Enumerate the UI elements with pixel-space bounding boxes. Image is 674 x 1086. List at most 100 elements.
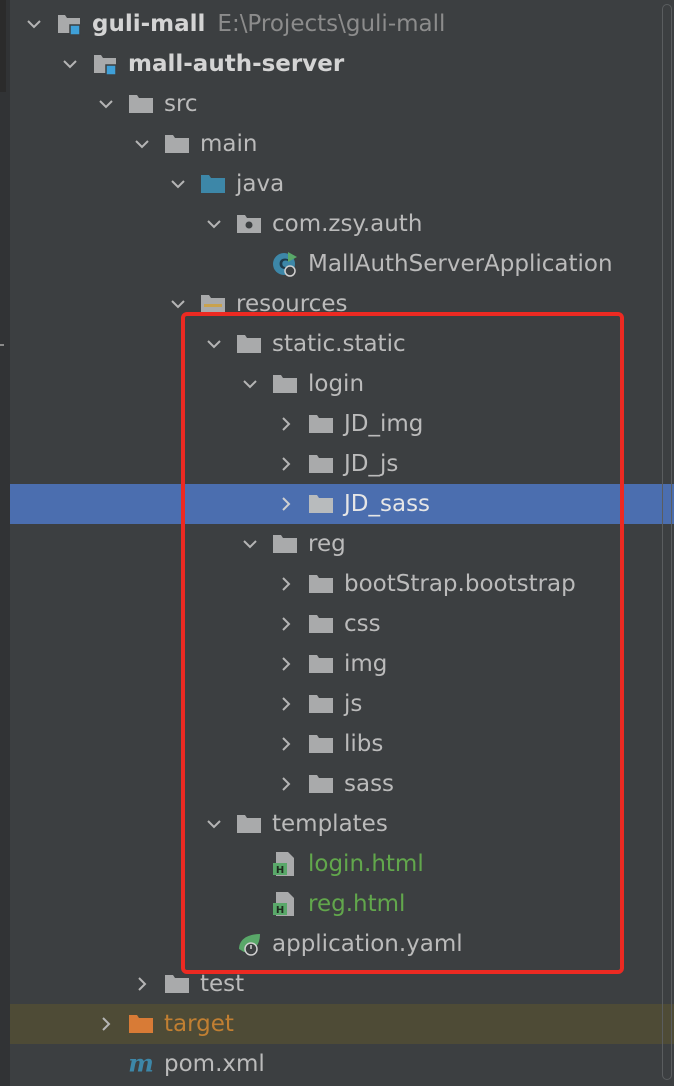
libs-label: libs [344, 731, 384, 757]
chevron-right-icon[interactable] [276, 574, 296, 594]
chevron-right-icon[interactable] [276, 694, 296, 714]
folder-icon [272, 372, 298, 396]
chevron-right-icon[interactable] [276, 614, 296, 634]
chevron-right-icon[interactable] [276, 494, 296, 514]
chevron-down-icon[interactable] [204, 214, 224, 234]
chevron-down-icon[interactable] [168, 174, 188, 194]
tree-node-application-yaml[interactable]: application.yaml [0, 924, 674, 964]
login-html-label: login.html [308, 851, 424, 877]
folder-icon [308, 492, 334, 516]
source-folder-icon [200, 172, 226, 196]
folder-icon [308, 612, 334, 636]
folder-icon [128, 92, 154, 116]
tree-node-reg-html[interactable]: H reg.html [0, 884, 674, 924]
chevron-right-icon[interactable] [132, 974, 152, 994]
tree-node-img[interactable]: img [0, 644, 674, 684]
folder-icon [236, 332, 262, 356]
chevron-right-icon[interactable] [276, 454, 296, 474]
login-dir-label: login [308, 371, 365, 397]
tree-node-main[interactable]: main [0, 124, 674, 164]
src-label: src [164, 91, 198, 117]
html-file-icon: H [272, 852, 298, 876]
jd-sass-label: JD_sass [344, 491, 431, 517]
chevron-down-icon[interactable] [240, 534, 260, 554]
folder-icon [308, 412, 334, 436]
tree-node-java[interactable]: java [0, 164, 674, 204]
spring-yaml-icon [236, 932, 262, 956]
target-label: target [164, 1011, 234, 1037]
tree-node-jd-img[interactable]: JD_img [0, 404, 674, 444]
vertical-scrollbar[interactable] [662, 4, 672, 1080]
tree-node-templates[interactable]: templates [0, 804, 674, 844]
main-label: main [200, 131, 258, 157]
tree-node-static[interactable]: static.static [0, 324, 674, 364]
folder-icon [308, 692, 334, 716]
bootstrap-label: bootStrap.bootstrap [344, 571, 576, 597]
tree-node-bootstrap[interactable]: bootStrap.bootstrap [0, 564, 674, 604]
maven-icon: m [128, 1051, 154, 1077]
tree-node-libs[interactable]: libs [0, 724, 674, 764]
tree-node-login-html[interactable]: H login.html [0, 844, 674, 884]
reg-dir-label: reg [308, 531, 346, 557]
chevron-down-icon[interactable] [204, 814, 224, 834]
chevron-down-icon[interactable] [96, 94, 116, 114]
folder-icon [308, 772, 334, 796]
root-name: guli-mall [92, 11, 206, 37]
resources-label: resources [236, 291, 348, 317]
chevron-right-icon[interactable] [276, 654, 296, 674]
spring-boot-class-icon: C [272, 252, 298, 277]
folder-icon [164, 132, 190, 156]
resources-folder-icon [200, 292, 226, 316]
test-label: test [200, 971, 245, 997]
tree-node-reg[interactable]: reg [0, 524, 674, 564]
chevron-down-icon[interactable] [204, 334, 224, 354]
tree-node-test[interactable]: test [0, 964, 674, 1004]
static-label: static.static [272, 331, 406, 357]
tree-node-pom[interactable]: m pom.xml [0, 1044, 674, 1084]
tree-node-resources[interactable]: resources [0, 284, 674, 324]
root-path: E:\Projects\guli-mall [217, 11, 446, 37]
package-icon [236, 212, 262, 236]
tree-node-module[interactable]: mall-auth-server [0, 44, 674, 84]
tree-node-login[interactable]: login [0, 364, 674, 404]
tree-node-root[interactable]: guli-mall E:\Projects\guli-mall [0, 4, 674, 44]
jd-img-label: JD_img [344, 411, 424, 437]
app-class-label: MallAuthServerApplication [308, 251, 613, 277]
folder-icon [308, 572, 334, 596]
scrollbar-thumb[interactable] [662, 4, 672, 1080]
tree-node-target[interactable]: target [10, 1004, 674, 1044]
tree-node-jd-sass[interactable]: JD_sass [10, 484, 674, 524]
pom-label: pom.xml [164, 1051, 265, 1077]
chevron-down-icon[interactable] [132, 134, 152, 154]
chevron-right-icon[interactable] [276, 414, 296, 434]
tree-node-jd-js[interactable]: JD_js [0, 444, 674, 484]
project-tree: guli-mall E:\Projects\guli-mall mall-aut… [0, 4, 674, 1084]
chevron-down-icon[interactable] [24, 14, 44, 34]
application-yaml-label: application.yaml [272, 931, 463, 957]
css-label: css [344, 611, 381, 637]
tree-node-app-class[interactable]: C MallAuthServerApplication [0, 244, 674, 284]
tree-node-sass[interactable]: sass [0, 764, 674, 804]
img-label: img [344, 651, 388, 677]
chevron-right-icon[interactable] [276, 774, 296, 794]
folder-icon [272, 532, 298, 556]
tree-node-package[interactable]: com.zsy.auth [0, 204, 674, 244]
chevron-down-icon[interactable] [240, 374, 260, 394]
tree-node-css[interactable]: css [0, 604, 674, 644]
folder-icon [308, 452, 334, 476]
chevron-right-icon[interactable] [96, 1014, 116, 1034]
chevron-right-icon[interactable] [276, 734, 296, 754]
folder-icon [164, 972, 190, 996]
java-label: java [236, 171, 285, 197]
tree-node-js[interactable]: js [0, 684, 674, 724]
folder-icon [236, 812, 262, 836]
module-icon [92, 52, 118, 76]
chevron-down-icon[interactable] [168, 294, 188, 314]
svg-text:m: m [128, 1051, 154, 1077]
module-icon [56, 12, 82, 36]
module-name: mall-auth-server [128, 51, 345, 77]
chevron-down-icon[interactable] [60, 54, 80, 74]
package-label: com.zsy.auth [272, 211, 423, 237]
html-file-icon: H [272, 892, 298, 916]
tree-node-src[interactable]: src [0, 84, 674, 124]
